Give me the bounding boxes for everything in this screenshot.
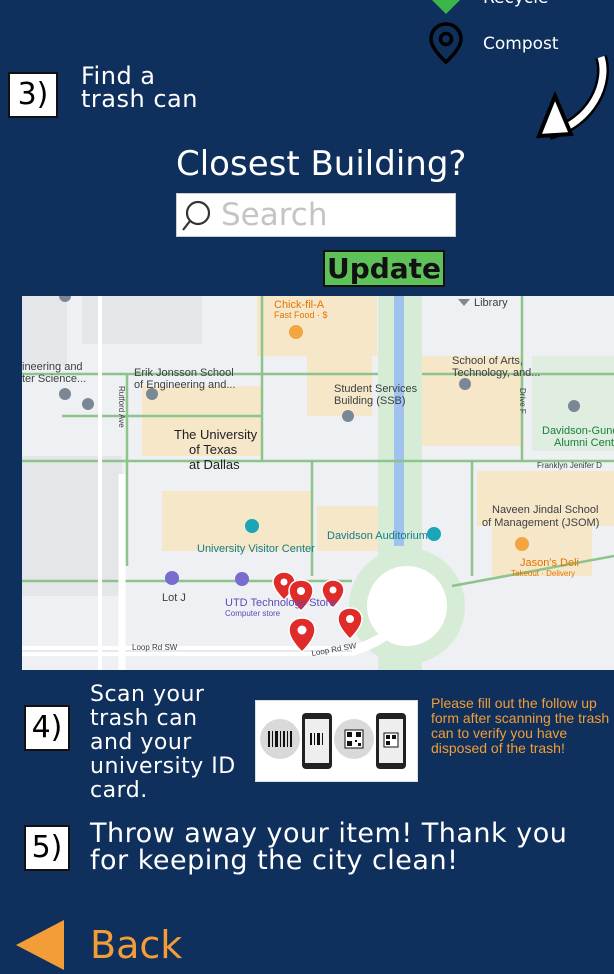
compost-legend: Compost [428, 22, 559, 68]
search-box[interactable] [176, 193, 456, 237]
back-arrow-icon [16, 920, 64, 970]
search-icon [182, 200, 211, 231]
compost-label: Compost [483, 34, 559, 54]
scan-illustration [255, 700, 418, 782]
map-label-franklyn: Franklyn Jenifer D [537, 461, 602, 470]
map-label-jonsson-1: Erik Jonsson School [134, 367, 234, 379]
map-label-eng-left-2: ter Science... [22, 373, 86, 385]
map-canvas: Chick-fil-A Fast Food · $ Library School… [22, 296, 614, 670]
back-label[interactable]: Back [90, 923, 182, 967]
map-label-jonsson-2: of Engineering and... [134, 379, 236, 391]
map-label-loop-rd-1: Loop Rd SW [132, 643, 178, 652]
step-3-text: Find a trash can [81, 64, 198, 113]
map-label-lot-j: Lot J [162, 592, 186, 604]
step-4-line-5: card. [90, 778, 148, 803]
step-3-line-2: trash can [81, 85, 198, 113]
step-5-text: Throw away your item! Thank you for keep… [90, 820, 567, 874]
map-label-ssb-2: Building (SSB) [334, 395, 406, 407]
curved-arrow-icon [535, 55, 609, 140]
map-label-utd-3: at Dallas [189, 457, 240, 472]
step-5-number: 5) [24, 825, 70, 871]
map-label-utd-2: of Texas [189, 442, 238, 457]
step-4-text: Scan your trash can and your university … [90, 683, 236, 803]
map-label-tech-store-1: UTD Technology Store [225, 597, 335, 609]
step-4-number: 4) [24, 705, 70, 751]
step-4-line-4: university ID [90, 754, 236, 779]
recycle-label: Recycle [483, 0, 548, 8]
map-label-jasons-1: Jason's Deli [520, 557, 579, 569]
map-label-utd-1: The University [174, 427, 258, 442]
update-button[interactable]: Update [323, 250, 445, 287]
map-label-visitor-center: University Visitor Center [197, 543, 315, 555]
closest-building-title: Closest Building? [176, 144, 467, 184]
step-4-line-2: trash can [90, 706, 198, 731]
map-label-chick-fil-a-sub: Fast Food · $ [274, 310, 328, 320]
step-4-line-1: Scan your [90, 682, 205, 707]
step-5-line-2: for keeping the city clean! [90, 845, 459, 876]
campus-map[interactable]: Chick-fil-A Fast Food · $ Library School… [22, 296, 614, 670]
search-input[interactable] [221, 196, 449, 234]
map-label-school-arts-1: School of Arts, [452, 355, 523, 367]
map-label-rutford: Rutford Ave [117, 386, 126, 428]
map-label-jasons-2: Takeout · Delivery [511, 569, 575, 578]
map-label-davidson-gundy-1: Davidson-Gundy [542, 425, 614, 437]
map-label-davidson-aud: Davidson Auditorium [327, 530, 428, 542]
map-label-ssb-1: Student Services [334, 383, 418, 395]
map-label-eng-left-1: ineering and [22, 361, 83, 373]
map-label-jindal-2: of Management (JSOM) [482, 517, 599, 529]
map-label-library: Library [474, 297, 508, 309]
recycle-icon [432, 0, 460, 14]
step-5-line-1: Throw away your item! Thank you [90, 818, 568, 849]
map-label-school-arts-2: Technology, and... [452, 367, 540, 379]
map-label-drive-f: Drive F [518, 388, 527, 414]
map-label-tech-store-2: Computer store [225, 609, 281, 618]
map-label-jindal-1: Naveen Jindal School [492, 504, 598, 516]
step-4-line-3: and your [90, 730, 192, 755]
follow-up-note: Please fill out the follow up form after… [431, 695, 610, 756]
step-3-number: 3) [8, 72, 58, 118]
map-pin-icon [429, 22, 463, 65]
map-label-davidson-gundy-2: Alumni Center [554, 437, 614, 449]
